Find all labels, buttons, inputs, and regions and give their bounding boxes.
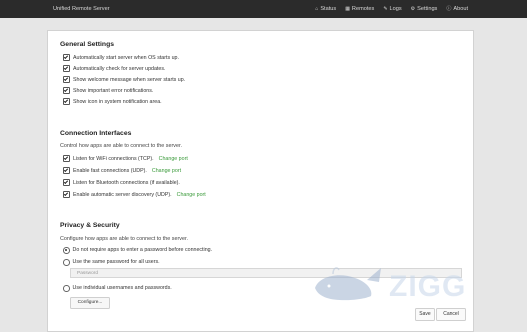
nav-status[interactable]: ⌂ Status <box>315 6 336 12</box>
connection-interfaces-title: Connection Interfaces <box>60 130 132 137</box>
error-notifications-checkbox[interactable] <box>63 87 70 94</box>
connection-description: Control how apps are able to connect to … <box>60 143 182 149</box>
option-no-password[interactable]: Do not require apps to enter a password … <box>63 247 212 254</box>
individual-users-label: Use individual usernames and passwords. <box>72 285 172 292</box>
watermark: ZIGG <box>309 260 465 305</box>
option-fast-connections[interactable]: Enable fast connections (UDP). Change po… <box>63 167 181 174</box>
remotes-icon: ▦ <box>345 5 350 12</box>
option-individual-users[interactable]: Use individual usernames and passwords. <box>63 285 172 292</box>
option-tray-icon[interactable]: Show icon in system notification area. <box>63 98 162 105</box>
discovery-checkbox[interactable] <box>63 191 70 198</box>
welcome-message-label: Show welcome message when server starts … <box>73 76 186 83</box>
nav-about[interactable]: ⓘ About <box>446 6 468 12</box>
nav-status-label: Status <box>320 6 337 12</box>
auto-start-checkbox[interactable] <box>63 54 70 61</box>
fast-connections-change-port-link[interactable]: Change port <box>152 168 181 174</box>
save-button[interactable]: Save <box>415 308 435 321</box>
wifi-label: Listen for WiFi connections (TCP). <box>73 155 154 162</box>
no-password-radio[interactable] <box>63 247 70 254</box>
nav-logs[interactable]: ✎ Logs <box>383 6 401 12</box>
nav-remotes-label: Remotes <box>351 6 375 12</box>
tray-icon-label: Show icon in system notification area. <box>73 98 162 105</box>
privacy-security-title: Privacy & Security <box>60 222 120 229</box>
cancel-button[interactable]: Cancel <box>436 308 466 321</box>
option-welcome-message[interactable]: Show welcome message when server starts … <box>63 76 185 83</box>
option-check-updates[interactable]: Automatically check for server updates. <box>63 65 165 72</box>
gear-icon: ⚙ <box>410 5 416 12</box>
individual-users-radio[interactable] <box>63 285 70 292</box>
settings-panel: General Settings Automatically start ser… <box>47 30 474 332</box>
watermark-text: ZIGG <box>389 270 467 303</box>
discovery-label: Enable automatic server discovery (UDP). <box>73 191 172 198</box>
same-password-label: Use the same password for all users. <box>72 259 160 266</box>
info-icon: ⓘ <box>446 5 452 12</box>
nav-menu: ⌂ Status ▦ Remotes ✎ Logs ⚙ Settings ⓘ A… <box>315 6 468 12</box>
nav-remotes[interactable]: ▦ Remotes <box>345 6 374 12</box>
check-updates-checkbox[interactable] <box>63 65 70 72</box>
option-same-password[interactable]: Use the same password for all users. <box>63 259 160 266</box>
option-auto-start[interactable]: Automatically start server when OS start… <box>63 54 179 61</box>
nav-settings-label: Settings <box>417 6 438 12</box>
fast-connections-label: Enable fast connections (UDP). <box>73 167 147 174</box>
top-navbar: Unified Remote Server ⌂ Status ▦ Remotes… <box>0 0 527 18</box>
check-updates-label: Automatically check for server updates. <box>73 65 166 72</box>
privacy-description: Configure how apps are able to connect t… <box>60 236 188 242</box>
wifi-checkbox[interactable] <box>63 155 70 162</box>
auto-start-label: Automatically start server when OS start… <box>73 54 179 61</box>
nav-settings[interactable]: ⚙ Settings <box>411 6 438 12</box>
app-brand[interactable]: Unified Remote Server <box>53 6 110 12</box>
pencil-icon: ✎ <box>383 5 388 12</box>
nav-logs-label: Logs <box>389 6 402 12</box>
tray-icon-checkbox[interactable] <box>63 98 70 105</box>
option-wifi[interactable]: Listen for WiFi connections (TCP). Chang… <box>63 155 188 162</box>
discovery-change-port-link[interactable]: Change port <box>177 192 206 198</box>
wifi-change-port-link[interactable]: Change port <box>159 156 188 162</box>
no-password-label: Do not require apps to enter a password … <box>72 247 213 254</box>
option-bluetooth[interactable]: Listen for Bluetooth connections (if ava… <box>63 179 180 186</box>
whale-logo-icon <box>315 267 381 301</box>
configure-button[interactable]: Configure... <box>70 297 110 309</box>
error-notifications-label: Show important error notifications. <box>73 87 154 94</box>
same-password-radio[interactable] <box>63 259 70 266</box>
bluetooth-label: Listen for Bluetooth connections (if ava… <box>73 179 180 186</box>
general-settings-title: General Settings <box>60 41 115 48</box>
option-discovery[interactable]: Enable automatic server discovery (UDP).… <box>63 191 206 198</box>
option-error-notifications[interactable]: Show important error notifications. <box>63 87 153 94</box>
nav-about-label: About <box>453 6 468 12</box>
bluetooth-checkbox[interactable] <box>63 179 70 186</box>
home-icon: ⌂ <box>315 5 319 12</box>
fast-connections-checkbox[interactable] <box>63 167 70 174</box>
welcome-message-checkbox[interactable] <box>63 76 70 83</box>
